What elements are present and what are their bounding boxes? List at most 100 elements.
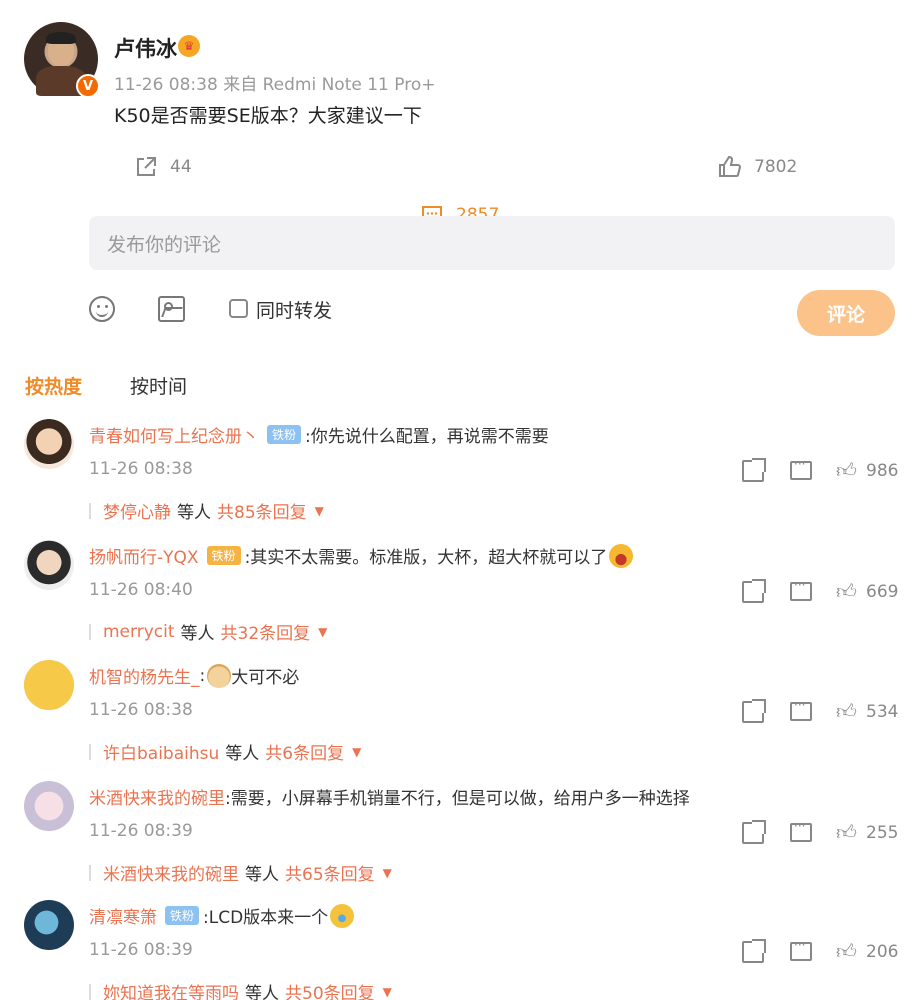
like-count: 7802 (754, 157, 798, 177)
reply-count[interactable]: 共85条回复 (217, 498, 307, 523)
commenter-avatar[interactable] (24, 900, 74, 950)
reply-user[interactable]: 妳知道我在等雨吗 (103, 979, 239, 1000)
thumbs-up-icon[interactable]: 👍︎ (836, 699, 857, 724)
composer-tools: 同时转发 评论 (0, 290, 918, 336)
author-name[interactable]: 卢伟冰 (114, 33, 177, 63)
post-actions: 44 2857 7802 (0, 155, 918, 227)
commenter-avatar[interactable] (24, 660, 74, 710)
comment-item: 青春如何写上纪念册丶 铁粉 :你先说什么配置，再说需不需要 11-26 08:3… (0, 419, 918, 539)
reply-mid: 等人 (245, 865, 279, 885)
chevron-down-icon[interactable]: ▼ (315, 504, 324, 518)
reply-icon[interactable] (790, 578, 812, 601)
comment-like-count: 986 (866, 461, 899, 481)
commenter-avatar[interactable] (24, 419, 74, 469)
comment-actions: 👍︎ 206 (742, 938, 902, 965)
commenter-name[interactable]: 机智的杨先生_ (89, 663, 200, 688)
reply-user[interactable]: merrycit (103, 622, 175, 642)
comment-text: :其实不太需要。标准版，大杯，超大杯就可以了 (244, 548, 608, 568)
fan-badge: 铁粉 (206, 546, 241, 565)
comment-line: 清凛寒箫 铁粉 :LCD版本来一个 (89, 903, 355, 928)
reply-mid: 等人 (180, 624, 215, 644)
reply-icon[interactable] (790, 457, 812, 480)
comment-item: 清凛寒箫 铁粉 :LCD版本来一个 11-26 08:39 👍︎ 206 妳知道… (0, 900, 918, 1000)
reply-summary[interactable]: 米酒快来我的碗里 等人 共65条回复 ▼ (89, 860, 392, 885)
divider (89, 864, 91, 881)
commenter-name[interactable]: 扬帆而行-YQX (89, 543, 199, 568)
like-button[interactable]: 7802 (718, 155, 797, 179)
comment-actions: 👍︎ 255 (742, 819, 902, 846)
share-button[interactable]: 44 (134, 155, 192, 179)
share-icon[interactable] (742, 939, 766, 963)
thumbs-up-icon[interactable]: 👍︎ (836, 939, 857, 964)
comment-like-count: 206 (866, 942, 899, 962)
comment-line: 米酒快来我的碗里 :需要，小屏幕手机销量不行，但是可以做，给用户多一种选择 (89, 784, 690, 809)
chevron-down-icon[interactable]: ▼ (383, 985, 392, 999)
fan-badge: 铁粉 (165, 906, 200, 925)
reply-count[interactable]: 共50条回复 (285, 979, 375, 1000)
reply-icon[interactable] (790, 938, 812, 961)
share-icon[interactable] (742, 579, 766, 603)
repost-label[interactable]: 同时转发 (256, 296, 332, 323)
comment-actions: 👍︎ 986 (742, 457, 902, 484)
chevron-down-icon[interactable]: ▼ (383, 866, 392, 880)
reply-user[interactable]: 许白baibaihsu (103, 739, 219, 764)
reply-icon[interactable] (790, 819, 812, 842)
comment-time: 11-26 08:38 (89, 459, 193, 479)
reply-summary[interactable]: merrycit 等人 共32条回复 ▼ (89, 619, 327, 644)
comment-item: 机智的杨先生_ : 大可不必 11-26 08:38 👍︎ 534 许白baib… (0, 660, 918, 780)
commenter-avatar[interactable] (24, 540, 74, 590)
thumbs-up-icon[interactable]: 👍︎ (836, 579, 857, 604)
reply-summary[interactable]: 许白baibaihsu 等人 共6条回复 ▼ (89, 739, 361, 764)
share-icon[interactable] (742, 820, 766, 844)
repost-checkbox[interactable] (229, 299, 248, 318)
divider (89, 983, 91, 1000)
divider (89, 623, 91, 640)
comment-like-count: 255 (866, 823, 899, 843)
comment-item: 扬帆而行-YQX 铁粉 :其实不太需要。标准版，大杯，超大杯就可以了 11-26… (0, 540, 918, 660)
comment-item: 米酒快来我的碗里 :需要，小屏幕手机销量不行，但是可以做，给用户多一种选择 11… (0, 781, 918, 901)
comment-input[interactable]: 发布你的评论 (89, 216, 895, 270)
divider (89, 502, 91, 519)
reply-summary[interactable]: 妳知道我在等雨吗 等人 共50条回复 ▼ (89, 979, 392, 1000)
post-text: K50是否需要SE版本？大家建议一下 (114, 105, 422, 127)
reply-count[interactable]: 共32条回复 (221, 619, 311, 644)
comment-line: 青春如何写上纪念册丶 铁粉 :你先说什么配置，再说需不需要 (89, 422, 549, 447)
reply-summary[interactable]: 梦停心静 等人 共85条回复 ▼ (89, 498, 324, 523)
tab-sort-time[interactable]: 按时间 (130, 372, 187, 399)
chevron-down-icon[interactable]: ▼ (352, 745, 361, 759)
commenter-name[interactable]: 青春如何写上纪念册丶 (89, 422, 259, 447)
verified-icon: V (76, 74, 100, 98)
reply-user[interactable]: 梦停心静 (103, 498, 171, 523)
image-icon[interactable] (158, 296, 185, 322)
thumbs-up-icon[interactable]: 👍︎ (836, 820, 857, 845)
commenter-name[interactable]: 米酒快来我的碗里 (89, 784, 225, 809)
reply-mid: 等人 (177, 503, 211, 523)
comment-line: 扬帆而行-YQX 铁粉 :其实不太需要。标准版，大杯，超大杯就可以了 (89, 543, 634, 568)
emoji-icon[interactable] (89, 296, 115, 322)
reply-count[interactable]: 共65条回复 (285, 860, 375, 885)
commenter-avatar[interactable] (24, 781, 74, 831)
chevron-down-icon[interactable]: ▼ (318, 625, 327, 639)
share-count: 44 (170, 157, 192, 177)
thumbs-up-icon (719, 155, 742, 177)
avatar-hair (46, 32, 76, 44)
reply-mid: 等人 (225, 744, 260, 764)
comment-time: 11-26 08:40 (89, 580, 193, 600)
reply-user[interactable]: 米酒快来我的碗里 (103, 860, 239, 885)
share-icon[interactable] (742, 699, 766, 723)
comment-time: 11-26 08:39 (89, 821, 193, 841)
laughing-emoji-icon (609, 543, 634, 568)
thumbs-up-icon[interactable]: 👍︎ (836, 458, 857, 483)
fan-badge: 铁粉 (267, 425, 302, 444)
tab-sort-hot[interactable]: 按热度 (25, 372, 82, 399)
reply-mid: 等人 (245, 984, 279, 1000)
comment-text-2: 大可不必 (231, 668, 300, 688)
submit-comment-button[interactable]: 评论 (797, 290, 895, 336)
comment-text: :LCD版本来一个 (203, 908, 329, 928)
commenter-name[interactable]: 清凛寒箫 (89, 903, 157, 928)
comment-text: : (199, 665, 206, 686)
reply-count[interactable]: 共6条回复 (265, 739, 344, 764)
reply-icon[interactable] (790, 698, 812, 721)
share-icon[interactable] (742, 458, 766, 482)
fan-crown-icon: ♛ (178, 35, 200, 57)
